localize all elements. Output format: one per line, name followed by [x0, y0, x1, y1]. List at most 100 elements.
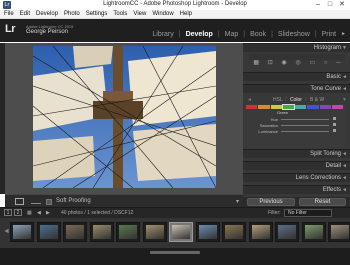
green-swatch[interactable] [281, 104, 296, 110]
hsl-tabs: ◄ HSL / Color / B & W ▼ [243, 96, 350, 104]
menu-tools[interactable]: Tools [113, 10, 127, 18]
basic-panel-header[interactable]: Basic ◄ [243, 72, 350, 81]
filmstrip-thumbnail[interactable] [116, 222, 140, 242]
develop-toolbar: Soft Proofing ▾ [5, 194, 243, 207]
thumbnail-image [172, 225, 190, 239]
module-develop[interactable]: Develop [186, 31, 213, 38]
filmstrip-thumbnail[interactable] [89, 222, 114, 242]
reset-button[interactable]: Reset [299, 198, 346, 206]
menu-help[interactable]: Help [180, 10, 192, 18]
menu-edit[interactable]: Edit [20, 10, 30, 18]
module-separator: | [243, 31, 246, 38]
radial-filter-icon[interactable]: ○ [324, 60, 328, 67]
close-button[interactable]: ✕ [336, 0, 348, 9]
grid-icon[interactable]: ▦ [253, 60, 259, 67]
red-swatch[interactable] [246, 105, 258, 109]
crop-icon[interactable]: ⊡ [268, 60, 273, 67]
magenta-swatch[interactable] [331, 105, 343, 109]
yellow-swatch[interactable] [270, 105, 282, 109]
saturation-slider[interactable] [281, 125, 329, 126]
maximize-button[interactable]: □ [324, 0, 336, 9]
filmstrip-left-arrow-icon[interactable]: ◄ [3, 228, 10, 235]
module-book[interactable]: Book [250, 31, 266, 38]
filmstrip-thumbnail[interactable] [222, 222, 246, 242]
menu-settings[interactable]: Settings [86, 10, 108, 18]
photo-preview[interactable] [33, 46, 216, 188]
filmstrip-thumbnail[interactable] [248, 222, 273, 242]
module-separator: | [217, 31, 220, 38]
tab-hsl[interactable]: HSL [273, 97, 283, 103]
expand-icon: ◄ [342, 86, 347, 92]
filmstrip-thumbnail[interactable] [195, 222, 220, 242]
hue-slider[interactable] [281, 119, 329, 120]
filmstrip-thumbnail[interactable] [10, 222, 34, 242]
split-toning-panel-header[interactable]: Split Toning ◄ [243, 149, 350, 158]
module-print[interactable]: Print [322, 31, 336, 38]
hue-value-box[interactable] [333, 117, 336, 120]
tab-color[interactable]: Color [290, 97, 302, 103]
menu-develop[interactable]: Develop [36, 10, 58, 18]
module-separator: | [271, 31, 273, 38]
previous-button[interactable]: Previous [247, 198, 295, 206]
histogram-panel-header[interactable]: Histogram ▼ [243, 43, 350, 52]
saturation-value-box[interactable] [333, 123, 336, 126]
hue-label: Hue [270, 117, 278, 122]
filter-dropdown[interactable]: No Filter [284, 209, 332, 217]
lens-corrections-panel-header[interactable]: Lens Corrections ◄ [243, 173, 350, 182]
filmstrip-thumbnail[interactable] [328, 222, 350, 242]
menu-window[interactable]: Window [152, 10, 173, 18]
orange-swatch[interactable] [258, 105, 270, 109]
module-map[interactable]: Map [225, 31, 239, 38]
split-toning-label: Split Toning [310, 151, 341, 157]
luminance-slider[interactable] [281, 131, 329, 132]
detail-panel-header[interactable]: Detail ◄ [243, 161, 350, 170]
effects-panel-header[interactable]: Effects ◄ [243, 185, 350, 194]
thumbnail-image [13, 225, 31, 239]
lens-corrections-label: Lens Corrections [295, 175, 341, 181]
filmstrip-thumbnail[interactable] [275, 222, 299, 242]
module-slideshow[interactable]: Slideshow [278, 31, 310, 38]
module-picker: Library | Develop | Map | Book | Slidesh… [152, 31, 346, 38]
graduated-filter-icon[interactable]: ▭ [310, 60, 316, 67]
menu-view[interactable]: View [133, 10, 146, 18]
grid-view-icon[interactable]: ▦ [27, 210, 32, 216]
minimize-button[interactable]: – [312, 0, 324, 9]
filmstrip-thumbnail[interactable] [63, 222, 87, 242]
lr-logo: Lr [5, 23, 16, 35]
module-more-icon[interactable]: ► [341, 31, 346, 38]
module-separator: | [178, 31, 181, 38]
secondary-display-1[interactable]: 1 [4, 209, 12, 216]
menu-file[interactable]: File [4, 10, 14, 18]
luminance-value-box[interactable] [333, 129, 336, 132]
tone-curve-panel-header[interactable]: Tone Curve ◄ [243, 84, 350, 93]
spot-removal-icon[interactable]: ◉ [282, 60, 287, 67]
aqua-swatch[interactable] [295, 105, 307, 109]
filmstrip-scrollbar[interactable] [150, 251, 200, 254]
module-library[interactable]: Library [152, 31, 173, 38]
loupe-view-icon[interactable] [15, 198, 24, 205]
purple-swatch[interactable] [319, 105, 331, 109]
secondary-display-2[interactable]: 2 [14, 209, 22, 216]
module-separator: | [314, 31, 317, 38]
ship-rigging-image [33, 46, 216, 188]
filmstrip-thumbnail[interactable] [169, 222, 193, 242]
before-after-icon[interactable] [31, 199, 41, 204]
menu-photo[interactable]: Photo [64, 10, 80, 18]
soft-proofing-checkbox[interactable] [46, 199, 52, 205]
hsl-panel-collapse-icon[interactable]: ◄ [247, 97, 252, 103]
toolbar-menu-icon[interactable]: ▾ [236, 198, 239, 205]
expand-icon: ◄ [342, 74, 347, 80]
red-eye-icon[interactable]: ◎ [296, 60, 301, 67]
forward-arrow-icon[interactable]: ▶ [46, 210, 50, 216]
filmstrip-thumbnail[interactable] [142, 222, 167, 242]
hsl-panel-menu-icon[interactable]: ▼ [342, 97, 347, 103]
blue-swatch[interactable] [307, 105, 319, 109]
tab-separator: / [305, 97, 307, 103]
filmstrip-source-info[interactable]: 40 photos / 1 selected / DSCF12 [61, 210, 133, 216]
filmstrip-thumbnail[interactable] [301, 222, 326, 242]
filmstrip-thumbnail[interactable] [36, 222, 61, 242]
back-arrow-icon[interactable]: ◀ [37, 210, 41, 216]
adjustment-brush-icon[interactable]: ─ [336, 60, 340, 67]
window-title: LightroomCC - Adobe Photoshop Lightroom … [103, 1, 247, 7]
tab-bw[interactable]: B & W [310, 97, 324, 103]
